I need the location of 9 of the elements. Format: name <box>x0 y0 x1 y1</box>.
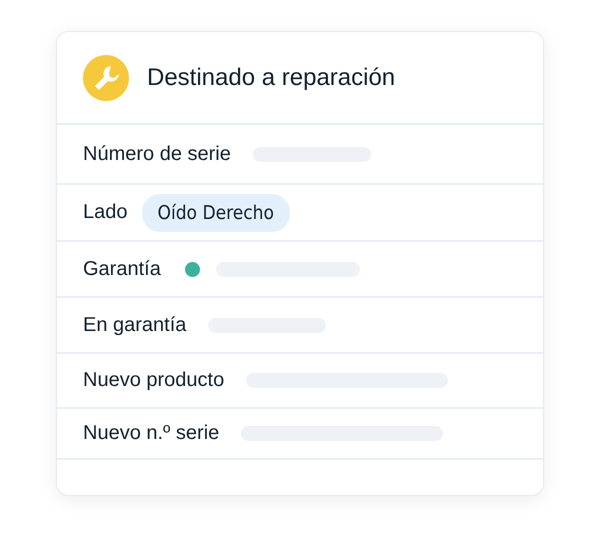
card-title: Destinado a reparación <box>147 64 396 92</box>
wrench-icon <box>83 54 129 100</box>
field-label: Nuevo n.º serie <box>83 422 220 445</box>
field-label: Lado <box>83 201 128 224</box>
side-tag: Oído Derecho <box>142 194 290 232</box>
field-label: Número de serie <box>83 142 231 166</box>
field-label: Garantía <box>83 258 161 280</box>
field-label: En garantía <box>83 314 186 336</box>
field-label: Nuevo producto <box>83 369 224 392</box>
